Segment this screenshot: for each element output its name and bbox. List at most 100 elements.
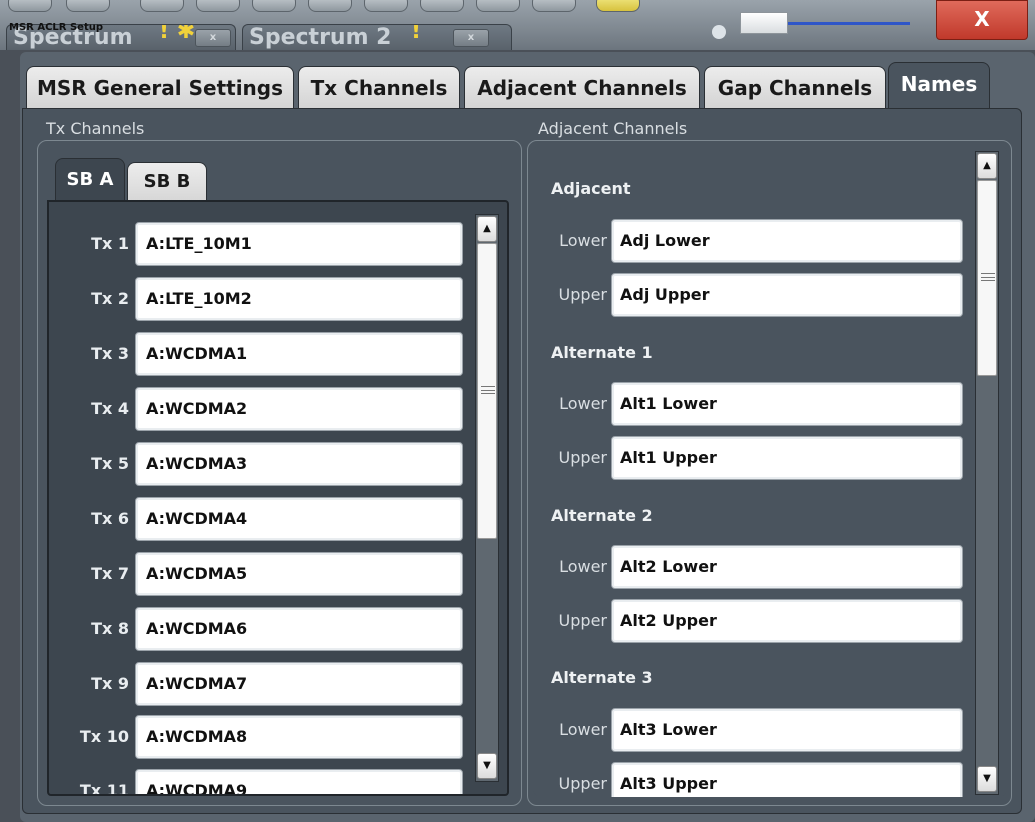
toolbar-button[interactable] <box>308 0 352 12</box>
toolbar-button[interactable] <box>140 0 184 12</box>
toolbar-button[interactable] <box>252 0 296 12</box>
tx-name-field[interactable]: A:WCDMA1 <box>135 332 463 376</box>
scrollbar-thumb[interactable] <box>977 180 997 376</box>
close-button[interactable]: X <box>936 0 1028 40</box>
grip-icon <box>981 273 995 281</box>
upper-label: Upper <box>558 611 607 630</box>
adjacent-channel-list: Adjacent Lower Adj Lower Upper Adj Upper… <box>533 145 1007 797</box>
group-header: Alternate 3 <box>551 668 653 687</box>
alt2-upper-field[interactable]: Alt2 Upper <box>611 599 963 643</box>
tx-name-field[interactable]: A:WCDMA2 <box>135 387 463 431</box>
alt2-lower-field[interactable]: Alt2 Lower <box>611 545 963 589</box>
tx-name-field[interactable]: A:WCDMA6 <box>135 607 463 651</box>
window-title-bar: Spectrum ! ✱ x Spectrum 2 ! x MSR ACLR S… <box>0 0 1035 50</box>
toolbar-button[interactable] <box>596 0 640 12</box>
tab-spectrum-2[interactable]: Spectrum 2 ! x <box>242 24 512 50</box>
slider-indicator <box>712 25 726 39</box>
tx-channels-title: Tx Channels <box>46 119 145 138</box>
tx-name-field[interactable]: A:WCDMA4 <box>135 497 463 541</box>
subtab-sb-b[interactable]: SB B <box>127 162 207 202</box>
alt3-upper-field[interactable]: Alt3 Upper <box>611 762 963 797</box>
tx-channel-list: Tx 1 A:LTE_10M1 Tx 2 A:LTE_10M2 Tx 3 A:W… <box>47 200 509 796</box>
scroll-down-button[interactable]: ▼ <box>977 766 997 792</box>
toolbar-button[interactable] <box>364 0 408 12</box>
status-marks: ! <box>411 24 422 44</box>
tx-label: Tx 8 <box>91 619 129 638</box>
adj-row: Upper Alt2 Upper <box>533 599 973 643</box>
alt1-lower-field[interactable]: Alt1 Lower <box>611 382 963 426</box>
toolbar-button[interactable] <box>532 0 576 12</box>
group-header: Adjacent <box>551 179 631 198</box>
tx-row: Tx 6 A:WCDMA4 <box>49 497 469 541</box>
grip-icon <box>481 386 495 394</box>
lower-label: Lower <box>559 557 607 576</box>
tx-row: Tx 7 A:WCDMA5 <box>49 552 469 596</box>
upper-label: Upper <box>558 285 607 304</box>
toolbar-button[interactable] <box>66 0 110 12</box>
toolbar-button[interactable] <box>196 0 240 12</box>
tx-name-field[interactable]: A:LTE_10M1 <box>135 222 463 266</box>
transparency-slider-handle[interactable] <box>740 12 788 34</box>
tx-row: Tx 3 A:WCDMA1 <box>49 332 469 376</box>
scrollbar-thumb[interactable] <box>477 243 497 539</box>
tx-name-field[interactable]: A:WCDMA7 <box>135 662 463 706</box>
alt1-upper-field[interactable]: Alt1 Upper <box>611 436 963 480</box>
tx-list-scrollbar[interactable]: ▲ ▼ <box>475 214 499 782</box>
alt3-lower-field[interactable]: Alt3 Lower <box>611 708 963 752</box>
adj-upper-field[interactable]: Adj Upper <box>611 273 963 317</box>
tx-label: Tx 6 <box>91 509 129 528</box>
upper-label: Upper <box>558 774 607 793</box>
toolbar-button[interactable] <box>476 0 520 12</box>
tab-label: Spectrum 2 <box>249 25 392 50</box>
tab-tx-channels[interactable]: Tx Channels <box>298 66 460 108</box>
adjacent-list-scrollbar[interactable]: ▲ ▼ <box>975 151 999 795</box>
tx-label: Tx 7 <box>91 564 129 583</box>
tx-row: Tx 9 A:WCDMA7 <box>49 662 469 706</box>
adjacent-channels-title: Adjacent Channels <box>538 119 688 138</box>
status-marks: ! ✱ <box>159 24 196 44</box>
group-header: Alternate 1 <box>551 343 653 362</box>
scroll-down-button[interactable]: ▼ <box>477 753 497 779</box>
subtab-sb-a[interactable]: SB A <box>55 158 125 202</box>
tx-row: Tx 2 A:LTE_10M2 <box>49 277 469 321</box>
upper-label: Upper <box>558 448 607 467</box>
tx-label: Tx 3 <box>91 344 129 363</box>
scroll-up-button[interactable]: ▲ <box>477 216 497 242</box>
tx-name-field[interactable]: A:WCDMA5 <box>135 552 463 596</box>
tab-names[interactable]: Names <box>888 62 990 110</box>
tx-label: Tx 9 <box>91 674 129 693</box>
tx-name-field[interactable]: A:WCDMA9 <box>135 769 463 794</box>
tx-label: Tx 1 <box>91 234 129 253</box>
tab-adjacent-channels[interactable]: Adjacent Channels <box>464 66 700 108</box>
adj-row: Lower Alt1 Lower <box>533 382 973 426</box>
adj-row: Lower Adj Lower <box>533 219 973 263</box>
tx-row: Tx 5 A:WCDMA3 <box>49 442 469 486</box>
transparency-slider-track[interactable] <box>788 22 910 25</box>
adj-row: Upper Adj Upper <box>533 273 973 317</box>
tx-name-field[interactable]: A:WCDMA8 <box>135 715 463 759</box>
adj-row: Upper Alt1 Upper <box>533 436 973 480</box>
tab-msr-general-settings[interactable]: MSR General Settings <box>26 66 294 108</box>
tx-row: Tx 1 A:LTE_10M1 <box>49 222 469 266</box>
close-tab-button[interactable]: x <box>453 29 489 47</box>
adj-lower-field[interactable]: Adj Lower <box>611 219 963 263</box>
tx-name-field[interactable]: A:LTE_10M2 <box>135 277 463 321</box>
tx-row: Tx 11 A:WCDMA9 <box>49 769 469 796</box>
close-tab-button[interactable]: x <box>195 29 231 47</box>
tx-label: Tx 11 <box>79 781 129 796</box>
tx-label: Tx 2 <box>91 289 129 308</box>
tx-row: Tx 8 A:WCDMA6 <box>49 607 469 651</box>
lower-label: Lower <box>559 394 607 413</box>
adj-row: Upper Alt3 Upper <box>533 762 973 797</box>
tx-name-field[interactable]: A:WCDMA3 <box>135 442 463 486</box>
tx-label: Tx 4 <box>91 399 129 418</box>
lower-label: Lower <box>559 231 607 250</box>
group-header: Alternate 2 <box>551 506 653 525</box>
dialog-title: MSR ACLR Setup <box>9 22 104 33</box>
tx-label: Tx 10 <box>79 727 129 746</box>
scroll-up-button[interactable]: ▲ <box>977 153 997 179</box>
toolbar-button[interactable] <box>8 0 52 12</box>
toolbar-button[interactable] <box>420 0 464 12</box>
tx-row: Tx 4 A:WCDMA2 <box>49 387 469 431</box>
tab-gap-channels[interactable]: Gap Channels <box>704 66 886 108</box>
